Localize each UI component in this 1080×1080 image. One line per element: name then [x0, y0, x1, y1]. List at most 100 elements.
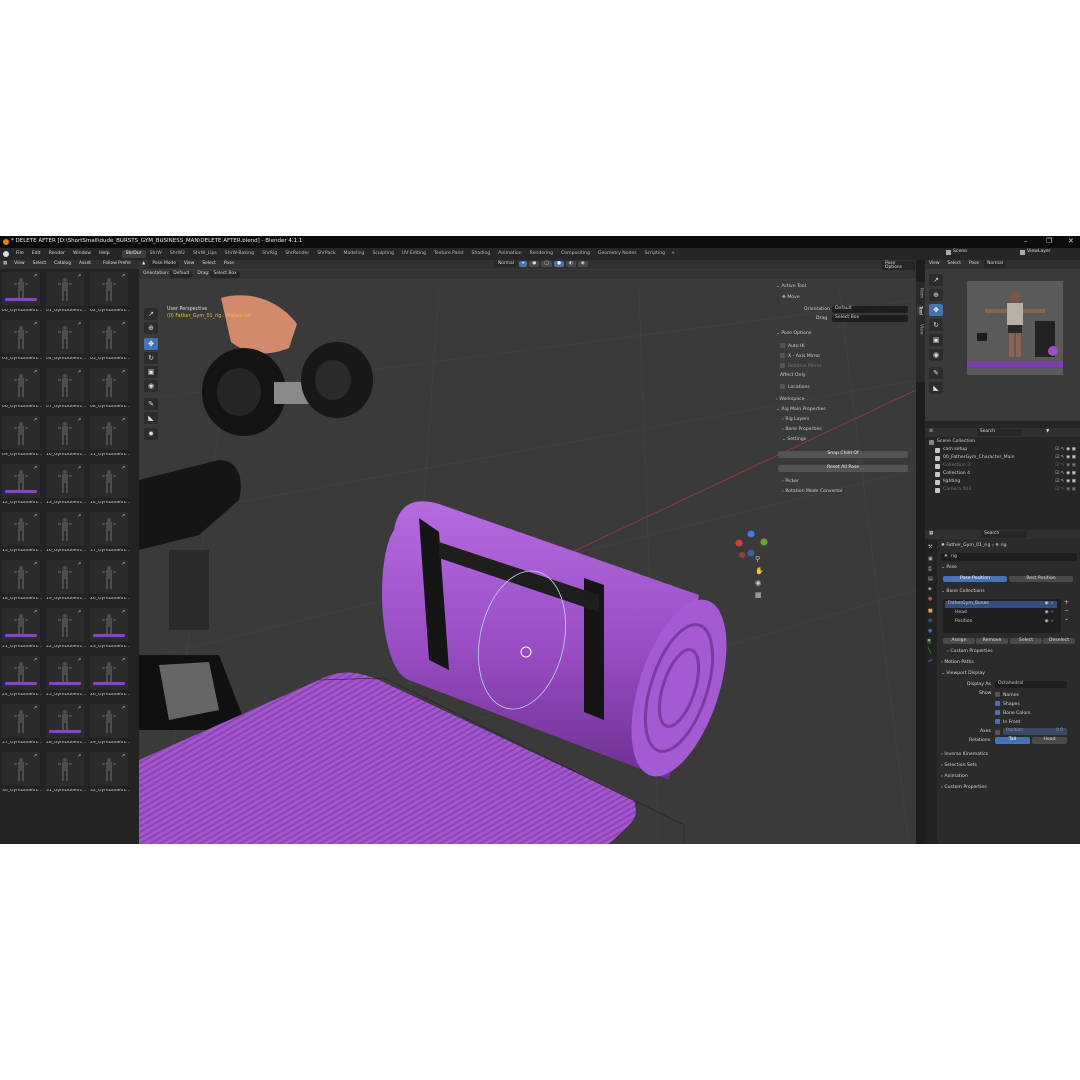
collection-custom-props-header[interactable]: › Custom Properties — [947, 649, 993, 655]
shapes-checkbox[interactable]: Shapes — [995, 701, 1020, 708]
maximize-icon[interactable]: ❐ — [1046, 238, 1052, 245]
motion-paths-header[interactable]: › Motion Paths — [941, 660, 974, 666]
world-tab-icon[interactable]: ● — [928, 597, 932, 602]
bone-collection-item[interactable]: Position ◉ ☆ — [945, 619, 1057, 626]
viewport-display-header[interactable]: ⌄ Viewport Display — [941, 671, 985, 677]
remove-collection-icon[interactable]: − — [1064, 607, 1069, 615]
workspace-tab[interactable]: ShrW-Baking — [221, 250, 258, 259]
visibility-toggles-icon[interactable]: ☑ ↖ ◉ ▣ — [1055, 479, 1076, 485]
selection-sets-header[interactable]: › Selection Sets — [941, 763, 977, 769]
outliner-item[interactable]: lighting ☑ ↖ ◉ ▣ — [925, 478, 1080, 486]
bone-tab-icon[interactable]: ╲ — [928, 649, 931, 654]
asset-thumbnail[interactable]: ↗ — [46, 368, 84, 402]
names-checkbox[interactable]: Names — [995, 692, 1019, 699]
asset-thumbnail[interactable]: ↗ — [2, 560, 40, 594]
asset-thumbnail[interactable]: ↗ — [46, 752, 84, 786]
workspace-tab[interactable]: Sculpting — [368, 250, 397, 259]
asset-thumbnail[interactable]: ↗ — [90, 416, 128, 450]
asset-thumbnail[interactable]: ↗ — [2, 464, 40, 498]
asset-thumbnail[interactable]: ↗ — [46, 320, 84, 354]
visibility-toggles-icon[interactable]: ☑ ↖ ◉ ▣ — [1055, 463, 1076, 469]
outliner-item[interactable]: 00_FatherGym_Character_Main ☑ ↖ ◉ ▣ — [925, 454, 1080, 462]
bone-collections-header[interactable]: ⌄ Bone Collections — [941, 589, 985, 595]
workspace-tab[interactable]: Shading — [468, 250, 495, 259]
workspace-tab[interactable]: Compositing — [557, 250, 594, 259]
rest-position-button[interactable]: Rest Position — [1009, 575, 1073, 583]
add-workspace-icon[interactable]: + — [671, 251, 675, 257]
custom-properties-header[interactable]: › Custom Properties — [941, 785, 987, 791]
assign-button[interactable]: Assign — [943, 637, 975, 645]
workspace-tab[interactable]: Animation — [494, 250, 525, 259]
asset-thumbnail[interactable]: ↗ — [46, 704, 84, 738]
asset-thumbnail[interactable]: ↗ — [2, 368, 40, 402]
rig-layers-header[interactable]: › Rig Layers — [782, 417, 809, 423]
rig-main-header[interactable]: ⌄ Rig Main Properties — [776, 407, 826, 413]
asset-thumbnail[interactable]: ↗ — [2, 416, 40, 450]
bone-collection-item[interactable]: Head ◉ ☆ — [945, 610, 1057, 617]
inverse-kinematics-header[interactable]: › Inverse Kinematics — [941, 752, 988, 758]
rotation-convertor-header[interactable]: › Rotation Mode Convertor — [782, 489, 843, 495]
menu-help[interactable]: Help — [95, 251, 113, 257]
asset-menu-view[interactable]: View — [10, 261, 28, 266]
asset-thumbnail[interactable]: ↗ — [46, 272, 84, 306]
asset-thumbnail[interactable]: ↗ — [90, 656, 128, 690]
asset-thumbnail[interactable]: ↗ — [90, 368, 128, 402]
asset-thumbnail[interactable]: ↗ — [2, 704, 40, 738]
asset-thumbnail[interactable]: ↗ — [90, 320, 128, 354]
outliner-item[interactable]: Camera.003 ☑ ↖ ◉ ▣ — [925, 486, 1080, 494]
workspace-tab[interactable]: Geometry Nodes — [594, 250, 641, 259]
cam-select-tool-icon[interactable]: ↗ — [929, 274, 943, 286]
asset-thumbnail[interactable]: ↗ — [2, 320, 40, 354]
follow-prefs-button[interactable]: Follow Prefer — [99, 261, 135, 266]
outliner-item[interactable]: cam setup ☑ ↖ ◉ ▣ — [925, 446, 1080, 454]
menu-render[interactable]: Render — [45, 251, 69, 257]
pose-position-button[interactable]: Pose Position — [943, 575, 1007, 583]
bone-tool-icon[interactable]: ✸ — [144, 428, 158, 440]
workspace-tab[interactable]: ShrPack — [313, 250, 339, 259]
output-tab-icon[interactable]: ⎙ — [928, 567, 932, 572]
picker-header[interactable]: › Picker — [782, 479, 799, 485]
rotate-tool-icon[interactable]: ↻ — [144, 352, 158, 364]
asset-thumbnail[interactable]: ↗ — [90, 272, 128, 306]
tab-item[interactable]: Item — [918, 288, 924, 298]
asset-menu-asset[interactable]: Asset — [75, 261, 95, 266]
visibility-icon[interactable]: ◉ ☆ — [1045, 620, 1054, 625]
object-tab-icon[interactable]: ■ — [928, 609, 933, 614]
cam-move-tool-icon[interactable]: ✥ — [929, 304, 943, 316]
tab-tool[interactable]: Tool — [917, 306, 923, 315]
visibility-icon[interactable]: ◉ ☆ — [1045, 611, 1054, 616]
scene-tab-icon[interactable]: ◈ — [928, 587, 932, 592]
select-button[interactable]: Select — [1010, 637, 1042, 645]
asset-thumbnail[interactable]: ↗ — [2, 272, 40, 306]
pose-panel-header[interactable]: ⌄ Pose — [941, 565, 957, 571]
armature-data-tab-icon[interactable]: ✸ — [927, 639, 932, 644]
asset-thumbnail[interactable]: ↗ — [90, 512, 128, 546]
transform-tool-icon[interactable]: ◉ — [144, 380, 158, 392]
axes-checkbox[interactable] — [995, 730, 1003, 737]
constraint-tab-icon[interactable]: ☍ — [928, 659, 933, 664]
outliner-item[interactable]: Scene Collection — [925, 438, 1080, 446]
display-as-dropdown[interactable]: Octahedral — [995, 681, 1067, 688]
cam-transform-tool-icon[interactable]: ◉ — [929, 349, 943, 361]
render-tab-icon[interactable]: ▣ — [928, 557, 933, 562]
asset-thumbnail[interactable]: ↗ — [46, 656, 84, 690]
asset-menu-select[interactable]: Select — [29, 261, 51, 266]
camera-pivot-dropdown[interactable]: Normal — [984, 261, 1007, 268]
list-menu-icon[interactable]: ⌄ — [1064, 615, 1069, 623]
visibility-toggles-icon[interactable]: ☑ ↖ ◉ ▣ — [1055, 455, 1076, 461]
scale-tool-icon[interactable]: ▣ — [144, 366, 158, 378]
asset-thumbnail[interactable]: ↗ — [90, 752, 128, 786]
physics-tab-icon[interactable]: ◉ — [928, 629, 932, 634]
editor-type-icon[interactable]: ▦ — [3, 261, 7, 266]
visibility-toggles-icon[interactable]: ☑ ↖ ◉ ▣ — [1055, 487, 1076, 493]
snap-child-button[interactable]: Snap Child Of — [778, 451, 908, 458]
workspace-tab[interactable]: ShrRig — [258, 250, 281, 259]
properties-editor-icon[interactable]: ▦ — [929, 531, 933, 536]
visibility-icon[interactable]: ◉ ☆ — [1045, 602, 1054, 607]
annotate-tool-icon[interactable]: ✎ — [144, 398, 158, 410]
blender-menu-icon[interactable] — [3, 251, 9, 257]
camera-menu-view[interactable]: View — [925, 261, 943, 266]
asset-menu-catalog[interactable]: Catalog — [50, 261, 75, 266]
active-tool-header[interactable]: ⌄ Active Tool — [776, 284, 806, 290]
outliner-editor-icon[interactable]: ☰ — [929, 429, 933, 434]
